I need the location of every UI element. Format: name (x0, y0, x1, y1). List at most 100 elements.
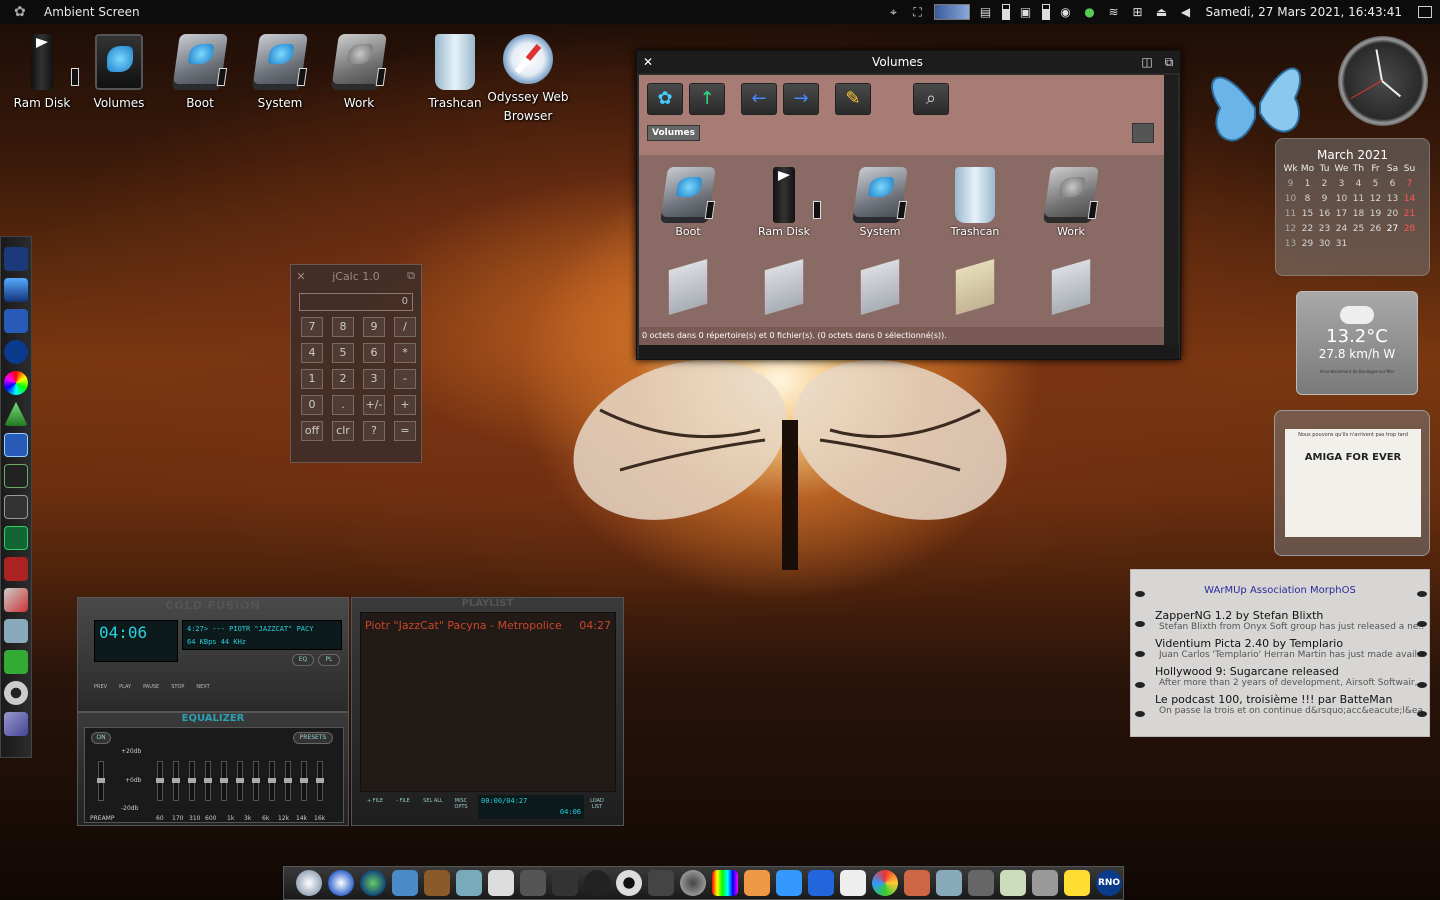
calendar-cell[interactable]: 30 (1316, 238, 1333, 251)
window-titlebar[interactable]: ✕ jCalc 1.0 ⧉ (291, 265, 421, 287)
calendar-cell[interactable]: 8 (1299, 193, 1316, 206)
calendar-cell[interactable]: 20 (1384, 208, 1401, 221)
eq-presets-button[interactable]: PRESETS (293, 732, 333, 744)
calendar-cell[interactable]: 9 (1282, 178, 1299, 191)
equalizer-icon[interactable] (712, 870, 738, 896)
calendar-cell[interactable]: Fr (1367, 163, 1384, 176)
rno-icon[interactable]: RNO (1096, 870, 1122, 896)
calc-key[interactable]: . (332, 395, 354, 415)
tools-icon[interactable] (4, 588, 28, 612)
drive-icon[interactable]: ▣ (1018, 5, 1034, 19)
camera-icon[interactable] (648, 870, 674, 896)
rno-icon[interactable] (4, 340, 28, 364)
misc-options-button[interactable]: MISC OPTS (450, 798, 472, 810)
screen-capture-icon[interactable]: ⛶ (910, 5, 926, 19)
mixer-icon[interactable] (552, 870, 578, 896)
calc-key[interactable]: = (394, 421, 416, 441)
eq-slider[interactable] (236, 761, 244, 801)
calc-key[interactable]: +/- (363, 395, 385, 415)
calendar-cell[interactable]: Su (1401, 163, 1418, 176)
monitor-icon[interactable] (392, 870, 418, 896)
volume-item-boot[interactable]: Boot (643, 167, 733, 238)
desktop-icon-boot[interactable]: Boot (158, 34, 242, 113)
calc-key[interactable]: ? (363, 421, 385, 441)
music-icon[interactable] (520, 870, 546, 896)
butterfly-icon[interactable]: ✿ (647, 83, 683, 115)
equalizer-title[interactable]: EQUALIZER (78, 713, 348, 724)
calendar-cell[interactable]: 21 (1401, 208, 1418, 221)
back-icon[interactable]: ← (741, 83, 777, 115)
calendar-cell[interactable]: Wk (1282, 163, 1299, 176)
calc-key[interactable]: 3 (363, 369, 385, 389)
desktop-icon-work[interactable]: Work (317, 34, 401, 113)
folder-item[interactable] (835, 259, 925, 317)
calendar-cell[interactable]: 26 (1367, 223, 1384, 236)
gear-icon[interactable] (4, 681, 28, 705)
iconify-icon[interactable]: ◫ (1136, 55, 1158, 69)
antenna-icon[interactable]: ⌖ (886, 5, 902, 19)
calendar-cell[interactable]: We (1333, 163, 1350, 176)
eq-slider[interactable] (284, 761, 292, 801)
calendar-cell[interactable]: 25 (1350, 223, 1367, 236)
desktop-icon-ram-disk[interactable]: Ram Disk (0, 34, 84, 113)
select-all-button[interactable]: SEL ALL (422, 798, 444, 804)
calendar-cell[interactable]: 16 (1316, 208, 1333, 221)
volume-item-work[interactable]: Work (1026, 167, 1116, 238)
calendar-cell[interactable]: 5 (1367, 178, 1384, 191)
butterfly-icon[interactable] (776, 870, 802, 896)
calendar-cell[interactable]: Mo (1299, 163, 1316, 176)
download-icon[interactable] (4, 650, 28, 674)
pl-button[interactable]: PL (318, 654, 340, 666)
calc-key[interactable]: 1 (301, 369, 323, 389)
package-icon[interactable] (456, 870, 482, 896)
calendar-cell[interactable]: 15 (1299, 208, 1316, 221)
desktop-icon-odyssey[interactable]: Odyssey Web Browser (486, 34, 570, 126)
eq-slider[interactable] (252, 761, 260, 801)
calendar-cell[interactable]: 13 (1282, 238, 1299, 251)
paint-icon[interactable] (4, 309, 28, 333)
calc-key[interactable]: 6 (363, 343, 385, 363)
butterfly-menu-icon[interactable]: ✿ (14, 5, 34, 19)
color-wheel-icon[interactable] (4, 371, 28, 395)
web-icon[interactable] (488, 870, 514, 896)
depth-icon[interactable]: ⧉ (1158, 55, 1180, 70)
volume-item-system[interactable]: System (835, 167, 925, 238)
playlist-row[interactable]: Piotr "JazzCat" Pacyna - Metropolice 04:… (361, 613, 615, 632)
eq-slider[interactable] (188, 761, 196, 801)
calendar-cell[interactable]: 27 (1384, 223, 1401, 236)
eq-slider[interactable] (204, 761, 212, 801)
folder-item[interactable] (739, 259, 829, 317)
desktop-icon-system[interactable]: System (238, 34, 322, 113)
calc-key[interactable]: 2 (332, 369, 354, 389)
clock-datetime[interactable]: Samedi, 27 Mars 2021, 16:43:41 (1206, 5, 1402, 19)
news-item[interactable]: Hollywood 9: Sugarcane released After mo… (1155, 665, 1425, 688)
eq-slider[interactable] (300, 761, 308, 801)
news-item[interactable]: Videntium Picta 2.40 by Templario Juan C… (1155, 637, 1425, 660)
calendar-cell[interactable]: 10 (1282, 193, 1299, 206)
calc-key[interactable]: 8 (332, 317, 354, 337)
calc-key[interactable]: 4 (301, 343, 323, 363)
eq-slider-preamp[interactable] (97, 761, 105, 801)
calc-key[interactable]: + (394, 395, 416, 415)
calc-key[interactable]: - (394, 369, 416, 389)
calendar-cell[interactable]: 14 (1401, 193, 1418, 206)
close-icon[interactable]: ✕ (291, 270, 311, 283)
compass-icon[interactable] (328, 870, 354, 896)
calendar-cell[interactable]: 7 (1401, 178, 1418, 191)
eq-slider[interactable] (268, 761, 276, 801)
speaker-icon[interactable] (616, 870, 642, 896)
cpu-meter-icon[interactable] (933, 4, 970, 20)
photo-icon[interactable] (936, 870, 962, 896)
globe-icon[interactable] (360, 870, 386, 896)
desktop-icon-volumes[interactable]: Volumes (77, 34, 161, 113)
memory-icon[interactable]: ▤ (978, 5, 994, 19)
volume-item-trashcan[interactable]: Trashcan (930, 167, 1020, 238)
feather-icon[interactable] (4, 712, 28, 736)
forward-icon[interactable]: → (783, 83, 819, 115)
wifi-icon[interactable]: ≋ (1106, 5, 1122, 19)
disc-icon[interactable] (680, 870, 706, 896)
news-header[interactable]: WArMUp Association MorphOS (1131, 585, 1429, 596)
tab-volumes[interactable]: Volumes (647, 125, 700, 141)
calendar-cell[interactable]: 17 (1333, 208, 1350, 221)
desktop-icon-trashcan[interactable]: Trashcan (413, 34, 497, 113)
